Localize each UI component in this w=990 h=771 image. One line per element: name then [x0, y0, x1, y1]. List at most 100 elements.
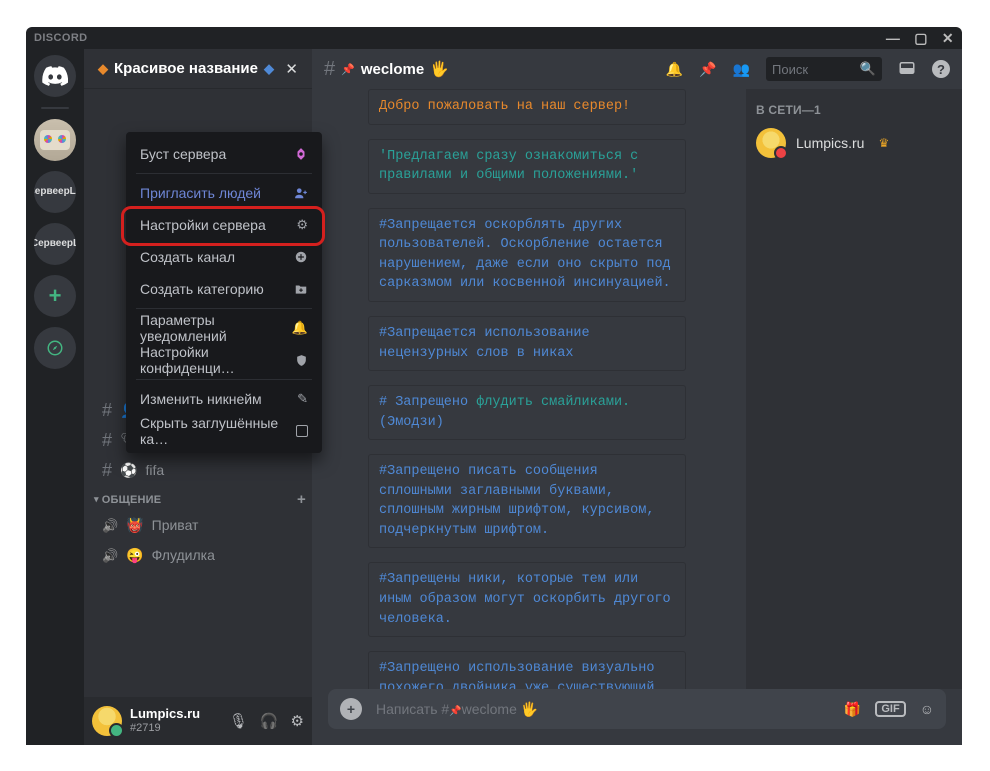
menu-label: Создать категорию: [140, 281, 264, 297]
attach-button[interactable]: +: [340, 698, 362, 720]
message: #Запрещается использование нецензурных с…: [368, 316, 686, 371]
menu-create-category[interactable]: Создать категорию: [132, 273, 316, 305]
gear-icon: ⚙: [296, 217, 308, 233]
brand-label: DISCORD: [34, 32, 88, 44]
voice-label: Флудилка: [152, 547, 215, 563]
window-close[interactable]: ✕: [942, 30, 954, 47]
plus-circle-icon: [294, 250, 308, 264]
gear-icon[interactable]: ⚙: [291, 712, 304, 730]
inbox-icon[interactable]: [898, 59, 916, 80]
menu-label: Буст сервера: [140, 146, 226, 162]
message: # Запрещено флудить смайликами.(Эмодзи): [368, 385, 686, 440]
avatar[interactable]: [92, 706, 122, 736]
message: #Запрещено писать сообщения сплошными за…: [368, 454, 686, 548]
menu-hide-muted[interactable]: Скрыть заглушённые ка…: [132, 415, 316, 447]
members-icon[interactable]: 👥: [733, 61, 750, 78]
members-header: В СЕТИ—1: [756, 103, 952, 117]
speaker-icon: [102, 547, 118, 564]
close-icon[interactable]: ✕: [285, 60, 298, 78]
voice-label: Приват: [152, 517, 199, 533]
diamond-icon: ◆: [264, 61, 274, 77]
category-chat[interactable]: ▾ ОБЩЕНИЕ +: [92, 485, 312, 510]
menu-label: Настройки конфиденци…: [140, 344, 295, 376]
boost-icon: [294, 147, 308, 161]
channel-hash-icon: #: [102, 400, 112, 421]
user-discriminator: #2719: [130, 722, 200, 735]
help-icon[interactable]: ?: [932, 60, 950, 78]
voice-prefix: 😜: [126, 547, 143, 564]
menu-notifications[interactable]: Параметры уведомлений 🔔: [132, 312, 316, 344]
pin-marker: 📌: [341, 63, 355, 76]
voice-prefix: 👹: [126, 517, 143, 534]
shield-icon: [295, 354, 308, 367]
user-panel: Lumpics.ru #2719 🎙 🎧 ⚙: [84, 697, 312, 745]
search-placeholder: Поиск: [772, 62, 808, 77]
channel-title: weclome: [361, 61, 424, 78]
headphones-icon[interactable]: 🎧: [260, 712, 279, 730]
search-input[interactable]: Поиск 🔍: [766, 57, 882, 81]
channel-hash-icon: #: [102, 430, 112, 451]
category-label: ОБЩЕНИЕ: [102, 494, 162, 506]
wave-icon: 🖐: [430, 60, 449, 78]
menu-change-nick[interactable]: Изменить никнейм ✎: [132, 383, 316, 415]
voice-private[interactable]: 👹 Приват: [92, 510, 312, 540]
avatar: [756, 128, 786, 158]
crown-icon: ♛: [878, 136, 889, 150]
gift-icon[interactable]: 🎁: [844, 701, 861, 718]
message: #Запрещено использование визуально похож…: [368, 651, 686, 689]
member-row[interactable]: Lumpics.ru ♛: [756, 123, 952, 163]
member-name: Lumpics.ru: [796, 135, 864, 151]
menu-server-settings[interactable]: Настройки сервера ⚙: [132, 209, 316, 241]
rail-separator: [41, 107, 69, 109]
channel-label: fifa: [145, 462, 164, 478]
emoji-icon[interactable]: ☺: [920, 701, 934, 717]
gif-button[interactable]: GIF: [875, 701, 905, 717]
menu-label: Изменить никнейм: [140, 391, 262, 407]
mic-icon[interactable]: 🎙: [229, 712, 248, 730]
checkbox-icon: [296, 425, 308, 437]
chevron-down-icon: ▾: [94, 494, 99, 505]
window-minimize[interactable]: —: [886, 30, 900, 47]
channel-hash-icon: #: [102, 460, 112, 481]
window-maximize[interactable]: ▢: [914, 30, 928, 47]
channel-hash-icon: #: [324, 58, 335, 81]
server-item-2[interactable]: СервеерL: [34, 223, 76, 265]
bell-icon: 🔔: [292, 320, 308, 336]
menu-privacy[interactable]: Настройки конфиденци…: [132, 344, 316, 376]
menu-create-channel[interactable]: Создать канал: [132, 241, 316, 273]
composer-placeholder: Написать #📌weclome 🖐: [376, 701, 830, 718]
menu-boost[interactable]: Буст сервера: [132, 138, 316, 170]
pencil-icon: ✎: [297, 391, 308, 407]
server-robot[interactable]: [34, 119, 76, 161]
menu-invite[interactable]: Пригласить людей: [132, 177, 316, 209]
user-name: Lumpics.ru: [130, 707, 200, 722]
add-user-icon: [294, 186, 308, 200]
menu-label: Настройки сервера: [140, 217, 266, 233]
message: Добро пожаловать на наш сервер!: [368, 89, 686, 125]
user-names[interactable]: Lumpics.ru #2719: [130, 707, 200, 735]
channel-prefix: ⚽: [120, 462, 137, 479]
menu-label: Параметры уведомлений: [140, 312, 292, 344]
add-channel-icon[interactable]: +: [297, 491, 306, 508]
message: 'Предлагаем сразу ознакомиться с правила…: [368, 139, 686, 194]
server-rail: СервеерL.r СервеерL +: [26, 49, 84, 745]
explore-button[interactable]: [34, 327, 76, 369]
message-list: Добро пожаловать на наш сервер! 'Предлаг…: [312, 89, 746, 689]
message: #Запрещены ники, которые тем или иным об…: [368, 562, 686, 637]
channel-topbar: # 📌 weclome 🖐 🔔 📌 👥 Поиск 🔍: [312, 49, 962, 89]
bell-icon[interactable]: 🔔: [666, 61, 683, 78]
search-icon: 🔍: [860, 61, 876, 77]
server-item-1[interactable]: СервеерL.r: [34, 171, 76, 213]
add-server-button[interactable]: +: [34, 275, 76, 317]
home-button[interactable]: [34, 55, 76, 97]
message-composer[interactable]: + Написать #📌weclome 🖐 🎁 GIF ☺: [328, 689, 946, 729]
window-titlebar: DISCORD — ▢ ✕: [26, 27, 962, 49]
channel-fifa[interactable]: # ⚽ fifa: [92, 455, 312, 485]
menu-label: Скрыть заглушённые ка…: [140, 415, 296, 447]
server-header[interactable]: ◆ Красивое название ◆ ✕: [84, 49, 312, 89]
pin-icon[interactable]: 📌: [699, 61, 716, 78]
member-list: В СЕТИ—1 Lumpics.ru ♛: [746, 89, 962, 689]
menu-label: Создать канал: [140, 249, 235, 265]
menu-label: Пригласить людей: [140, 185, 261, 201]
voice-flood[interactable]: 😜 Флудилка: [92, 540, 312, 570]
